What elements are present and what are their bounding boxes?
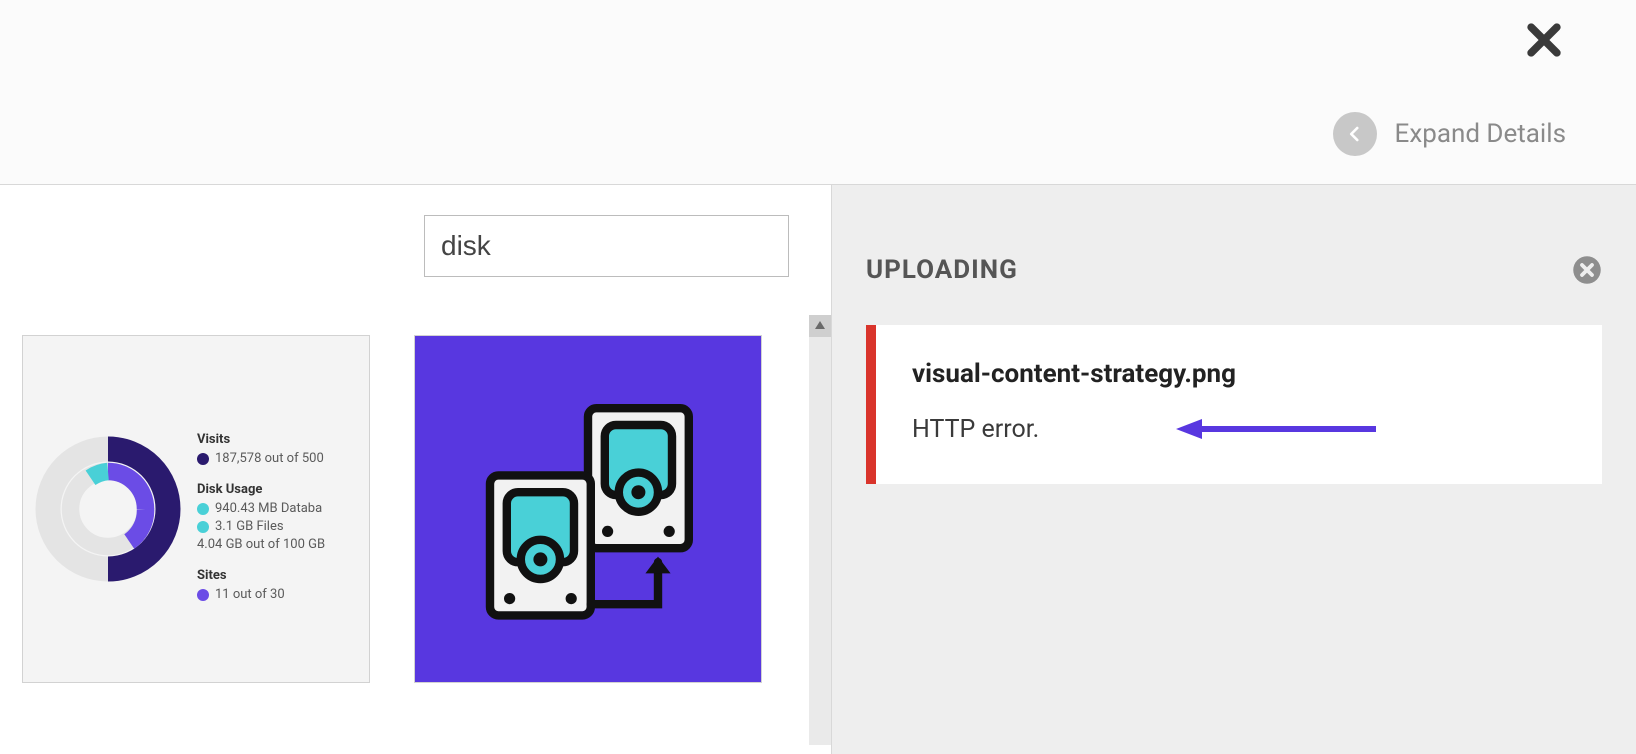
expand-details-label: Expand Details [1395, 119, 1566, 149]
expand-details-button[interactable]: Expand Details [1333, 112, 1566, 156]
search-input[interactable] [424, 215, 789, 277]
upload-status-pane: UPLOADING visual-content-strategy.png HT… [832, 185, 1636, 754]
media-thumbnail[interactable] [414, 335, 762, 683]
upload-filename: visual-content-strategy.png [912, 359, 1572, 389]
hard-drive-icon [448, 369, 728, 649]
donut-chart-icon [23, 336, 193, 682]
chevron-left-icon [1333, 112, 1377, 156]
thumbnail-legend: Visits 187,578 out of 500 Disk Usage 940… [193, 336, 369, 682]
modal-header: Expand Details [0, 0, 1636, 185]
dismiss-upload-icon[interactable] [1572, 255, 1602, 285]
uploading-heading: UPLOADING [866, 255, 1018, 285]
media-thumbnail[interactable]: Visits 187,578 out of 500 Disk Usage 940… [22, 335, 370, 683]
upload-error-message: HTTP error. [912, 415, 1572, 444]
close-icon[interactable] [1522, 18, 1566, 62]
media-library-pane: Visits 187,578 out of 500 Disk Usage 940… [0, 185, 832, 754]
modal-body: Visits 187,578 out of 500 Disk Usage 940… [0, 185, 1636, 754]
scrollbar[interactable] [809, 315, 831, 745]
upload-error-card: visual-content-strategy.png HTTP error. [866, 325, 1602, 484]
